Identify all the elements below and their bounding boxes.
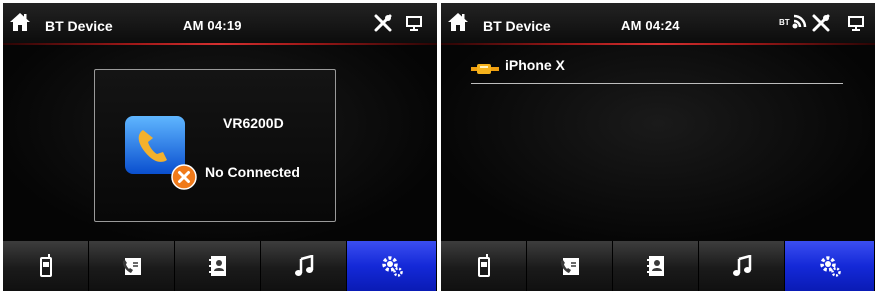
- contacts-book-icon: [646, 256, 664, 276]
- tab-settings[interactable]: [785, 241, 875, 291]
- content-area: iPhone X: [441, 45, 875, 241]
- clock: AM 04:24: [621, 18, 680, 33]
- monitor-icon[interactable]: [405, 14, 423, 32]
- contacts-book-icon: [208, 256, 226, 276]
- content-area: VR6200D No Connected: [3, 45, 437, 241]
- call-log-icon: [122, 258, 141, 275]
- bluetooth-indicator: BT: [779, 18, 790, 27]
- page-title: BT Device: [483, 18, 551, 34]
- tab-call-log[interactable]: [527, 241, 613, 291]
- tab-settings[interactable]: [347, 241, 437, 291]
- list-divider: [471, 83, 843, 84]
- device-name: VR6200D: [223, 115, 284, 131]
- music-note-icon: [732, 255, 751, 276]
- device-list-item[interactable]: iPhone X: [471, 57, 849, 85]
- tab-phone[interactable]: [3, 241, 89, 291]
- home-icon[interactable]: [447, 11, 469, 33]
- bottom-tab-bar: [3, 241, 437, 291]
- paired-device-icon: [471, 64, 499, 74]
- music-note-icon: [294, 255, 313, 276]
- tools-icon[interactable]: [811, 13, 831, 33]
- connection-dialog: VR6200D No Connected: [94, 69, 336, 222]
- error-icon: [171, 164, 197, 190]
- status-bar: BT Device AM 04:19: [3, 3, 437, 43]
- tab-contacts[interactable]: [613, 241, 699, 291]
- call-log-icon: [560, 258, 579, 275]
- page-title: BT Device: [45, 18, 113, 34]
- device-name: iPhone X: [505, 57, 565, 73]
- tab-music[interactable]: [261, 241, 347, 291]
- monitor-icon[interactable]: [847, 14, 865, 32]
- mobile-phone-icon: [39, 254, 52, 277]
- tab-phone[interactable]: [441, 241, 527, 291]
- mobile-phone-icon: [477, 254, 490, 277]
- clock: AM 04:19: [183, 18, 242, 33]
- tab-contacts[interactable]: [175, 241, 261, 291]
- tools-icon[interactable]: [373, 13, 393, 33]
- bluetooth-signal-icon: [792, 14, 807, 29]
- connection-status: No Connected: [205, 164, 300, 180]
- bt-device-screen-list: BT Device AM 04:24 BT iPhone X: [441, 3, 875, 291]
- tab-call-log[interactable]: [89, 241, 175, 291]
- bottom-tab-bar: [441, 241, 875, 291]
- settings-gear-icon: [381, 256, 403, 277]
- bt-device-screen-disconnected: BT Device AM 04:19 VR6200D No Connected: [3, 3, 437, 291]
- status-bar: BT Device AM 04:24 BT: [441, 3, 875, 43]
- home-icon[interactable]: [9, 11, 31, 33]
- tab-music[interactable]: [699, 241, 785, 291]
- settings-gear-icon: [819, 256, 841, 277]
